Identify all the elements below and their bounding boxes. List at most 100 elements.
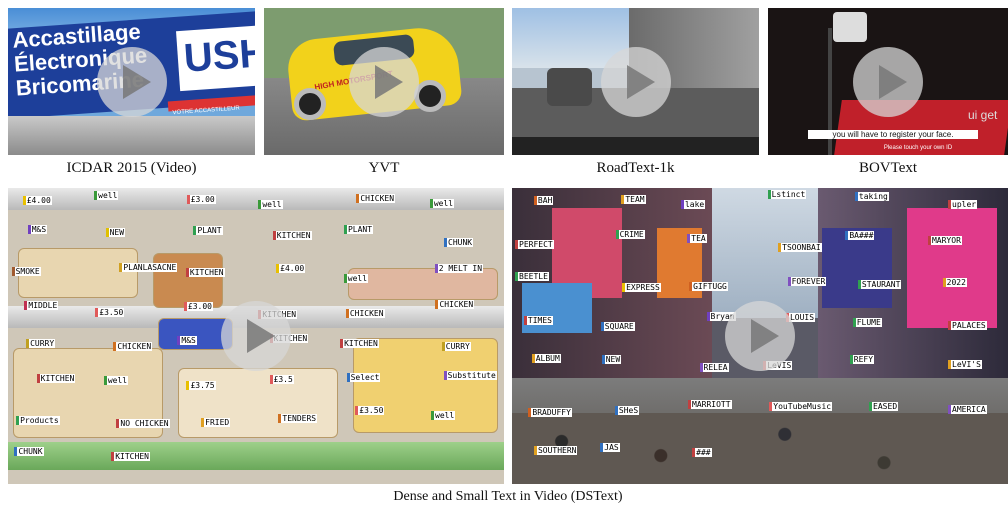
play-icon[interactable] bbox=[600, 46, 671, 117]
food-pack bbox=[353, 338, 498, 433]
ocr-text-label: BRADUFFY bbox=[528, 407, 572, 417]
sky bbox=[702, 188, 832, 318]
ocr-text-label: CURRY bbox=[441, 342, 471, 352]
ocr-text-label: NEW bbox=[601, 354, 622, 364]
wheel-icon bbox=[294, 88, 326, 120]
ocr-text-label: BEETLE bbox=[515, 272, 549, 282]
ocr-text-label: CHICKEN bbox=[356, 193, 396, 203]
camera-icon bbox=[833, 12, 867, 42]
ocr-text-label: well bbox=[94, 191, 119, 201]
ocr-text-label: MIDDLE bbox=[24, 301, 59, 311]
ocr-text-label: PLANT bbox=[193, 226, 223, 236]
roadtext-video-frame bbox=[512, 8, 759, 155]
ocr-text-label: taking bbox=[854, 192, 889, 202]
play-icon[interactable] bbox=[725, 301, 795, 371]
ocr-text-label: RELEA bbox=[699, 362, 729, 372]
ocr-text-label: KITCHEN bbox=[185, 268, 225, 278]
ocr-text-label: EASED bbox=[869, 401, 899, 411]
ocr-text-label: PLANLASACNE bbox=[119, 263, 178, 273]
ocr-text-label: SOUTHERN bbox=[533, 445, 578, 455]
caption-roadtext: RoadText-1k bbox=[596, 160, 675, 176]
ocr-text-label: well bbox=[103, 376, 129, 386]
ocr-text-label: well bbox=[258, 200, 283, 210]
ocr-text-label: Substitute bbox=[443, 371, 497, 381]
ocr-text-label: lake bbox=[680, 200, 706, 210]
ocr-text-label: TEAM bbox=[621, 195, 646, 205]
ocr-text-label: KITCHEN bbox=[272, 231, 312, 241]
ocr-text-label: PLANT bbox=[343, 224, 374, 234]
ocr-text-label: upler bbox=[948, 200, 978, 210]
play-icon[interactable] bbox=[853, 46, 923, 117]
ocr-text-label: Lstinct bbox=[767, 190, 807, 199]
ocr-text-label: CHICKEN bbox=[345, 309, 385, 319]
ocr-text-label: ### bbox=[692, 447, 712, 457]
ocr-text-label: MARYOR bbox=[927, 236, 962, 246]
ocr-text-label: £3.00 bbox=[186, 195, 216, 205]
ocr-text-label: M&S bbox=[177, 336, 197, 346]
ocr-text-label: JAS bbox=[600, 443, 620, 453]
ocr-text-label: well bbox=[429, 198, 455, 208]
ocr-text-label: PERFECT bbox=[515, 239, 554, 249]
ocr-text-label: CHICKEN bbox=[113, 342, 153, 352]
ocr-text-label: CURRY bbox=[26, 338, 56, 348]
ocr-text-label: MARRIOTT bbox=[688, 400, 732, 409]
ocr-text-label: Products bbox=[16, 416, 60, 426]
ocr-text-label: YouTubeMusic bbox=[769, 402, 833, 412]
ocr-text-label: FLUME bbox=[852, 317, 882, 327]
ocr-text-label: well bbox=[431, 410, 456, 420]
ocr-text-label: SQUARE bbox=[600, 321, 635, 331]
food-pack bbox=[178, 368, 338, 438]
car bbox=[547, 68, 592, 106]
play-icon[interactable] bbox=[96, 46, 167, 117]
caption-icdar: ICDAR 2015 (Video) bbox=[66, 160, 197, 176]
play-icon[interactable] bbox=[221, 301, 291, 371]
ocr-text-label: GIFTUGG bbox=[689, 281, 728, 291]
ocr-text-label: PALACES bbox=[948, 320, 987, 330]
ocr-text-label: STAURANT bbox=[857, 279, 902, 289]
ocr-text-label: REFY bbox=[849, 355, 875, 365]
ocr-text-label: TEA bbox=[687, 233, 707, 243]
caption-dstext: Dense and Small Text in Video (DSText) bbox=[393, 489, 623, 504]
ocr-text-label: £4.00 bbox=[22, 195, 52, 205]
bovtext-video-frame: you will have to register your face. Ple… bbox=[768, 8, 1008, 155]
play-icon[interactable] bbox=[349, 46, 419, 117]
ocr-text-label: SHeS bbox=[614, 406, 640, 416]
ocr-text-label: TENDERS bbox=[278, 414, 318, 424]
ocr-text-label: FOREVER bbox=[787, 276, 827, 286]
dstext-times-square-frame: BAH TEAM lake Lstinct taking upler PERFECT CRIM… bbox=[512, 188, 1008, 484]
ocr-text-label: 2022 bbox=[942, 278, 967, 287]
ocr-text-label: LeVI'S bbox=[948, 359, 982, 369]
ocr-text-label: M&S bbox=[27, 225, 48, 235]
ocr-text-label: EXPRESS bbox=[622, 283, 661, 293]
light-text: ui get bbox=[968, 108, 998, 122]
yvt-video-frame: HIGH MOTORSPORT bbox=[264, 8, 504, 155]
ocr-text-label: NO CHICKEN bbox=[116, 419, 170, 429]
ocr-text-label: CHUNK bbox=[444, 237, 474, 247]
food-pack bbox=[153, 253, 223, 308]
caption-bovtext: BOVText bbox=[858, 160, 918, 176]
ocr-text-label: £3.50 bbox=[355, 405, 385, 415]
ocr-text-label: well bbox=[343, 274, 369, 284]
icdar-video-frame: Accastillage Électronique Bricomarine US… bbox=[8, 8, 255, 155]
billboard bbox=[907, 208, 997, 328]
ocr-text-label: £3.5 bbox=[269, 375, 294, 385]
dstext-supermarket-frame: £4.00 well £3.00 well CHICKEN well M&S NEW PLANT… bbox=[8, 188, 504, 484]
ocr-text-label: TIMES bbox=[523, 316, 553, 326]
ocr-text-label: NEW bbox=[105, 227, 126, 237]
brand-sign: USHI bbox=[176, 24, 255, 92]
screen-subtext: Please touch your own ID bbox=[883, 145, 953, 151]
ocr-text-label: £3.50 bbox=[95, 307, 125, 317]
ocr-text-label: CHICKEN bbox=[435, 300, 475, 310]
ocr-text-label: TSOONBAI bbox=[778, 243, 822, 253]
screen-text: you will have to register your face. bbox=[808, 130, 978, 139]
caption-yvt: YVT bbox=[368, 160, 400, 176]
ocr-text-label: KITCHEN bbox=[340, 338, 379, 348]
brand-text: USHI bbox=[182, 30, 255, 81]
ocr-text-label: BAH bbox=[533, 196, 554, 206]
ocr-text-label: KITCHEN bbox=[36, 373, 76, 383]
ocr-text-label: CHUNK bbox=[14, 447, 44, 457]
food-pack bbox=[348, 268, 498, 300]
ocr-text-label: FRIED bbox=[201, 417, 231, 427]
dashboard bbox=[512, 137, 759, 155]
ocr-text-label: 2 MELT IN bbox=[434, 263, 484, 273]
